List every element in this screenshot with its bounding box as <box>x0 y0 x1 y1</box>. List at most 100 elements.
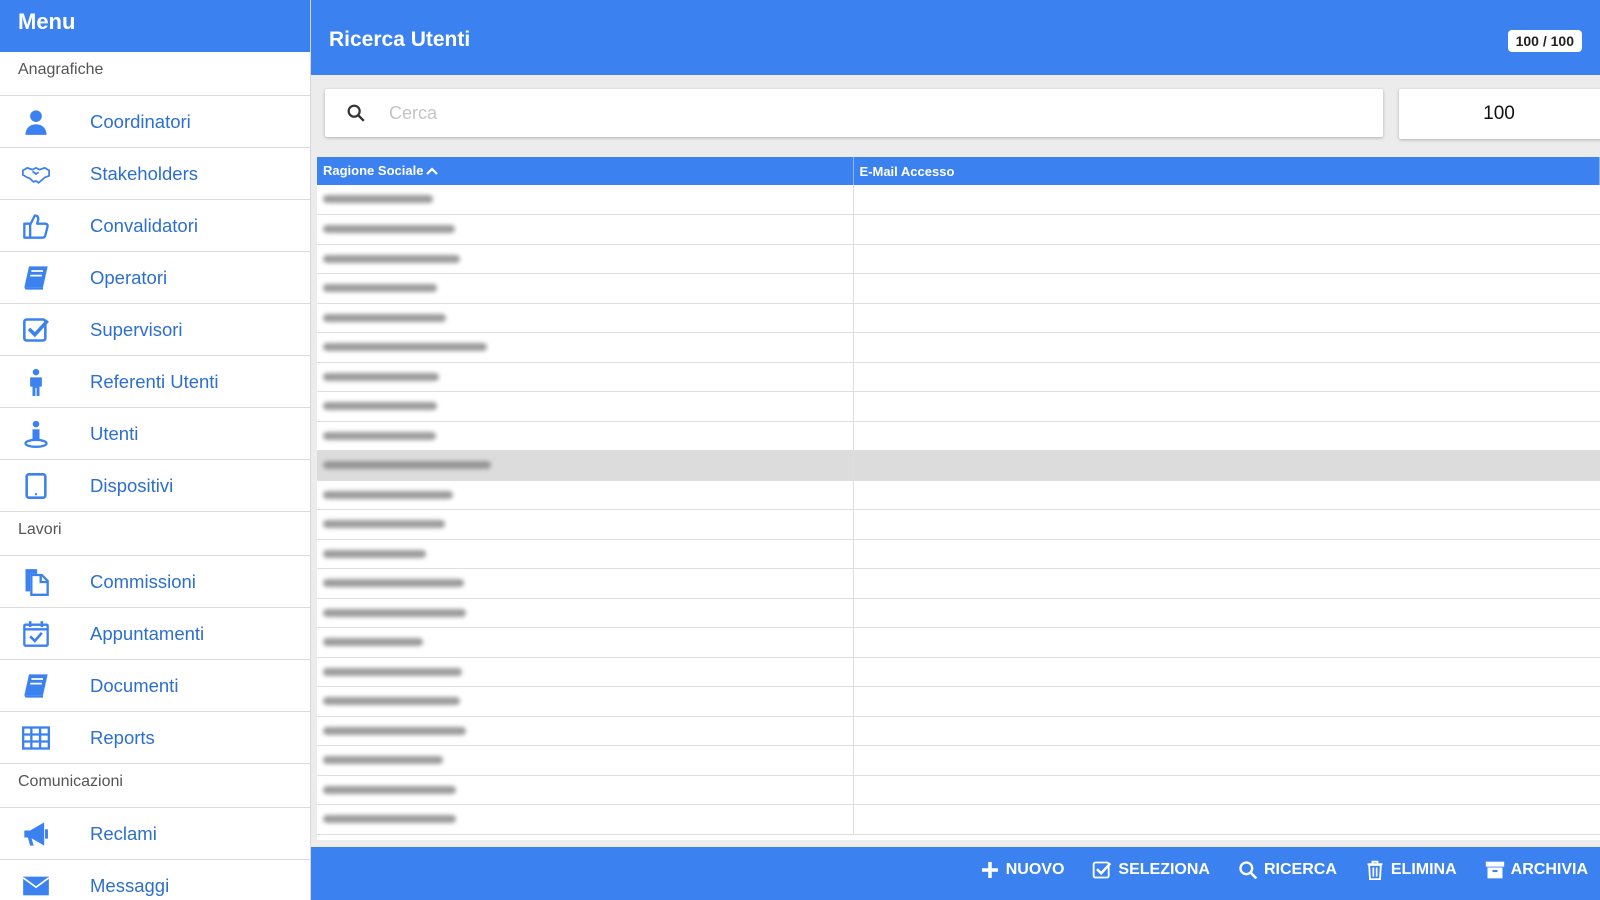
ragione-sociale-cell <box>317 273 854 304</box>
search-button[interactable]: RICERCA <box>1238 860 1337 880</box>
sidebar-item-stakeholders[interactable]: Stakeholders <box>0 148 310 200</box>
table-row[interactable] <box>317 421 1600 451</box>
email-accesso-cell <box>853 775 1600 805</box>
sidebar-item-documenti[interactable]: Documenti <box>0 660 310 712</box>
ragione-sociale-cell <box>317 657 854 687</box>
sidebar-item-referenti-utenti[interactable]: Referenti Utenti <box>0 356 310 408</box>
calendar-check-icon <box>0 620 90 648</box>
redacted-text <box>323 490 453 499</box>
page-title: Ricerca Utenti <box>329 28 471 51</box>
handshake-icon <box>0 160 90 188</box>
select-button[interactable]: SELEZIONA <box>1092 860 1210 880</box>
sidebar-item-label: Messaggi <box>90 874 170 896</box>
thumbs-up-icon <box>0 212 90 240</box>
new-button[interactable]: NUOVO <box>980 860 1064 880</box>
table-row[interactable] <box>317 775 1600 805</box>
email-accesso-cell <box>853 214 1600 245</box>
sidebar-item-label: Documenti <box>90 674 179 696</box>
sidebar-item-label: Stakeholders <box>90 162 198 184</box>
delete-button[interactable]: ELIMINA <box>1365 860 1457 880</box>
table-row[interactable] <box>317 686 1600 717</box>
trash-icon <box>1367 860 1383 880</box>
sidebar-item-label: Operatori <box>90 266 168 288</box>
table-row[interactable] <box>317 657 1600 687</box>
table-row[interactable] <box>317 598 1600 628</box>
table-row[interactable] <box>317 362 1600 392</box>
table-row[interactable] <box>317 480 1600 510</box>
results-limit-input[interactable] <box>1409 99 1589 129</box>
select-button-label: SELEZIONA <box>1118 861 1210 878</box>
chevron-up-icon <box>426 164 439 179</box>
main-content: Ricerca Utenti 100 / 100 Ragione Sociale… <box>311 0 1600 900</box>
redacted-text <box>323 697 460 706</box>
envelope-icon <box>0 872 90 900</box>
redacted-text <box>323 549 426 558</box>
redacted-text <box>323 815 456 824</box>
ragione-sociale-cell <box>317 362 854 392</box>
sidebar-item-supervisori[interactable]: Supervisori <box>0 304 310 356</box>
sidebar-item-label: Convalidatori <box>90 214 198 236</box>
search-input[interactable] <box>389 99 1289 127</box>
email-accesso-cell <box>853 745 1600 776</box>
sidebar-item-utenti[interactable]: Utenti <box>0 408 310 460</box>
email-accesso-cell <box>853 598 1600 628</box>
sidebar-item-reports[interactable]: Reports <box>0 712 310 764</box>
email-accesso-cell <box>853 716 1600 746</box>
ragione-sociale-cell <box>317 716 854 746</box>
table-row[interactable] <box>317 214 1600 245</box>
email-accesso-cell <box>853 332 1600 363</box>
ragione-sociale-cell <box>317 598 854 628</box>
sidebar-item-operatori[interactable]: Operatori <box>0 252 310 304</box>
sidebar-item-messaggi[interactable]: Messaggi <box>0 860 310 900</box>
table-row[interactable] <box>317 244 1600 274</box>
sidebar-item-label: Appuntamenti <box>90 622 205 644</box>
archive-button-label: ARCHIVIA <box>1510 861 1588 878</box>
table-row[interactable] <box>317 568 1600 599</box>
table-row[interactable] <box>317 303 1600 333</box>
ragione-sociale-cell <box>317 214 854 245</box>
ragione-sociale-cell <box>317 745 854 776</box>
search-icon <box>1239 861 1258 880</box>
table-row[interactable] <box>317 539 1600 569</box>
table-row[interactable] <box>317 391 1600 422</box>
sidebar-item-appuntamenti[interactable]: Appuntamenti <box>0 608 310 660</box>
email-accesso-cell <box>853 185 1600 215</box>
table-row[interactable] <box>317 185 1600 215</box>
ragione-sociale-cell <box>317 391 854 422</box>
redacted-text <box>323 608 466 617</box>
ragione-sociale-cell <box>317 539 854 569</box>
table-row[interactable] <box>317 332 1600 363</box>
email-accesso-cell <box>853 450 1600 481</box>
table-row[interactable] <box>317 450 1600 481</box>
redacted-text <box>323 372 439 381</box>
sidebar-item-label: Commissioni <box>90 570 196 592</box>
sidebar-item-dispositivi[interactable]: Dispositivi <box>0 460 310 512</box>
section-title-comunicazioni: Comunicazioni <box>0 764 310 808</box>
email-accesso-cell <box>853 509 1600 540</box>
sidebar-item-coordinatori[interactable]: Coordinatori <box>0 96 310 148</box>
table-row[interactable] <box>317 509 1600 540</box>
email-accesso-cell <box>853 273 1600 304</box>
redacted-text <box>323 225 455 234</box>
table-header-row: Ragione Sociale E-Mail Accesso <box>317 157 1600 185</box>
book-icon <box>0 672 90 700</box>
column-header-email-accesso[interactable]: E-Mail Accesso <box>853 157 1600 185</box>
sidebar-item-convalidatori[interactable]: Convalidatori <box>0 200 310 252</box>
table-row[interactable] <box>317 627 1600 658</box>
column-header-ragione-sociale[interactable]: Ragione Sociale <box>317 157 854 185</box>
book-icon <box>0 264 90 292</box>
limit-box <box>1399 89 1600 139</box>
table-row[interactable] <box>317 716 1600 746</box>
table-row[interactable] <box>317 804 1600 835</box>
table-row[interactable] <box>317 273 1600 304</box>
table-row[interactable] <box>317 745 1600 776</box>
sidebar-item-label: Coordinatori <box>90 110 191 132</box>
results-table: Ragione Sociale E-Mail Accesso <box>317 157 1600 835</box>
sidebar-item-label: Supervisori <box>90 318 183 340</box>
sidebar-item-commissioni[interactable]: Commissioni <box>0 556 310 608</box>
redacted-text <box>323 785 456 794</box>
sidebar-item-reclami[interactable]: Reclami <box>0 808 310 860</box>
user-icon <box>0 108 90 136</box>
archive-button[interactable]: ARCHIVIA <box>1485 860 1588 880</box>
email-accesso-cell <box>853 480 1600 510</box>
